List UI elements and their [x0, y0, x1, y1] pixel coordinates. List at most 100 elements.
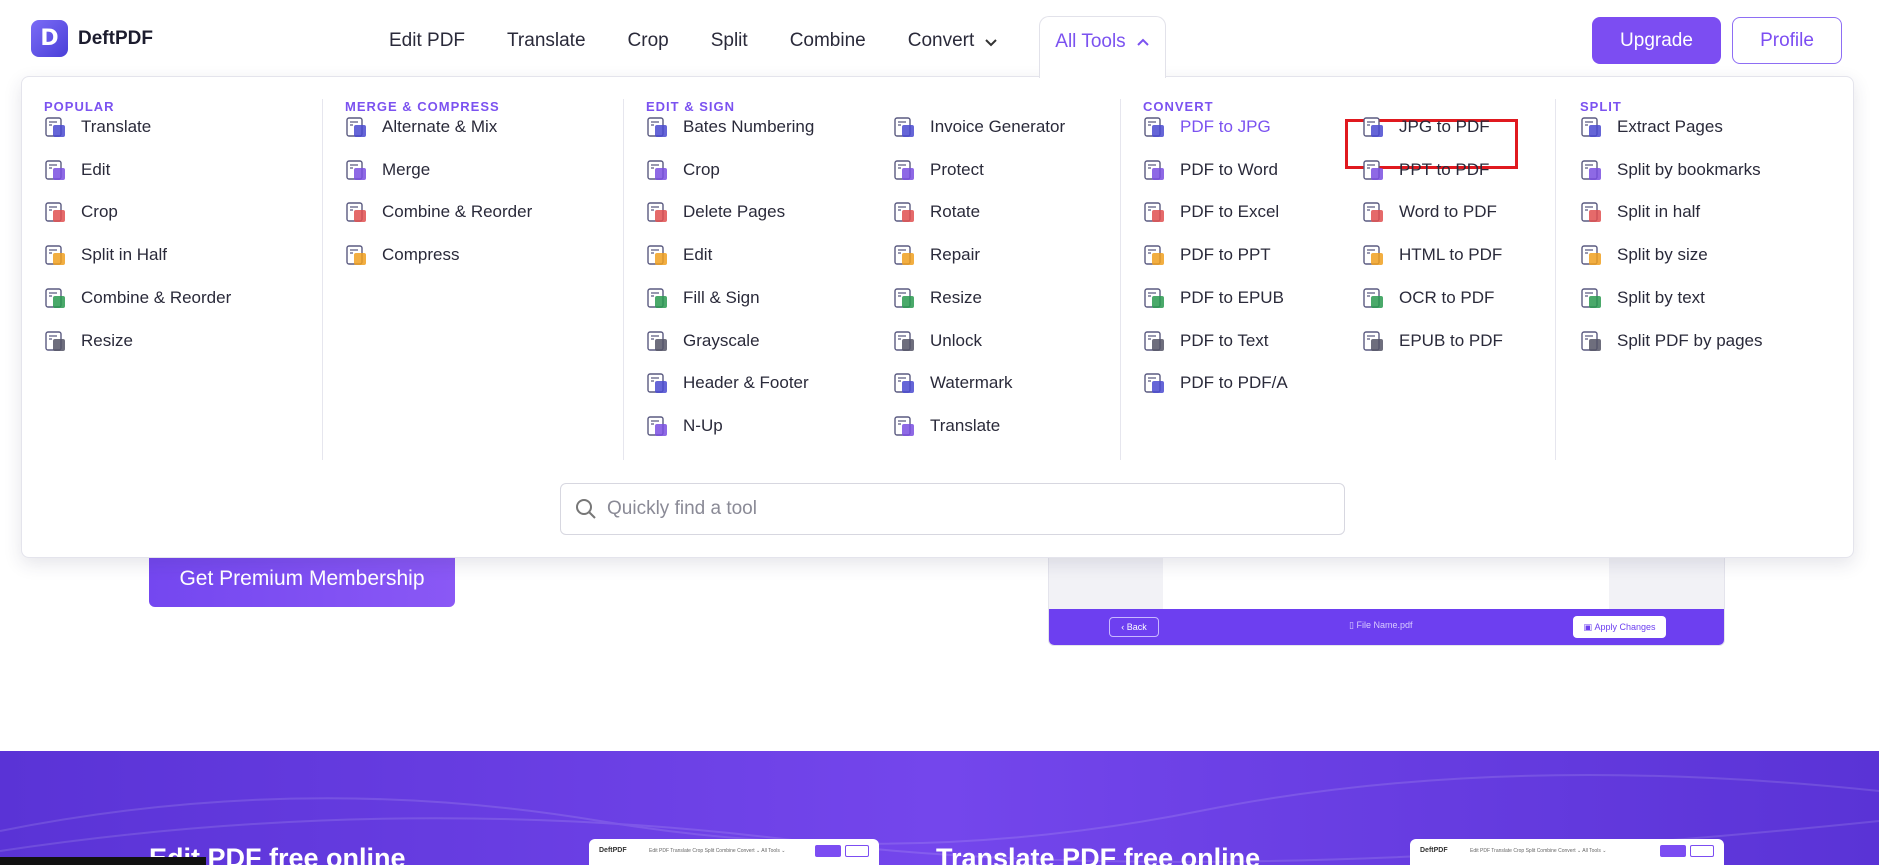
unlock-icon	[893, 330, 916, 353]
menu-item-split-split-by-size[interactable]: Split by size	[1580, 241, 1708, 269]
menu-item-edit-watermark[interactable]: Watermark	[893, 369, 1013, 397]
menu-item-split-split-in-half[interactable]: Split in half	[1580, 198, 1700, 226]
menu-item-edit-protect[interactable]: Protect	[893, 156, 984, 184]
menu-item-label: Combine & Reorder	[382, 202, 533, 221]
menu-item-label: Alternate & Mix	[382, 117, 498, 136]
menu-item-label: Edit	[683, 245, 713, 264]
menu-item-merge-alternate-and-mix[interactable]: Alternate & Mix	[345, 113, 497, 141]
pdf-to-ppt-icon	[1143, 244, 1166, 267]
menu-item-convert-epub-to-pdf[interactable]: EPUB to PDF	[1362, 327, 1503, 355]
menu-item-edit-unlock[interactable]: Unlock	[893, 327, 982, 355]
nav-crop[interactable]: Crop	[607, 16, 690, 78]
tool-search-input[interactable]	[607, 498, 1307, 520]
menu-item-edit-grayscale[interactable]: Grayscale	[646, 327, 760, 355]
menu-item-split-split-by-bookmarks[interactable]: Split by bookmarks	[1580, 156, 1761, 184]
nav-label: Crop	[627, 30, 669, 51]
protect-icon	[893, 159, 916, 182]
menu-item-edit-n-up[interactable]: N-Up	[646, 412, 723, 440]
delete-pages-icon	[646, 201, 669, 224]
menu-item-split-extract-pages[interactable]: Extract Pages	[1580, 113, 1723, 141]
split-by-text-icon	[1580, 287, 1603, 310]
menu-item-popular-translate[interactable]: Translate	[44, 113, 151, 141]
menu-item-edit-rotate[interactable]: Rotate	[893, 198, 980, 226]
preview-apply-label: Apply Changes	[1594, 622, 1656, 632]
section-popular: POPULAR	[44, 99, 115, 114]
menu-item-convert-pdf-to-epub[interactable]: PDF to EPUB	[1143, 284, 1284, 312]
menu-item-convert-ocr-to-pdf[interactable]: OCR to PDF	[1362, 284, 1494, 312]
menu-item-label: PDF to Excel	[1180, 202, 1280, 221]
menu-item-label: N-Up	[683, 416, 723, 435]
pdf-to-excel-icon	[1143, 201, 1166, 224]
merge-icon	[345, 159, 368, 182]
features-band: Edit PDF free online DeftPDF Edit PDF Tr…	[0, 751, 1879, 865]
menu-item-edit-crop[interactable]: Crop	[646, 156, 720, 184]
upgrade-button[interactable]: Upgrade	[1592, 17, 1721, 64]
band-screenshot-translate: DeftPDF Edit PDF Translate Crop Split Co…	[1410, 839, 1724, 865]
menu-item-convert-pdf-to-word[interactable]: PDF to Word	[1143, 156, 1278, 184]
get-premium-button[interactable]: Get Premium Membership	[149, 551, 455, 607]
menu-item-popular-resize[interactable]: Resize	[44, 327, 133, 355]
menu-item-merge-compress[interactable]: Compress	[345, 241, 459, 269]
menu-item-convert-jpg-to-pdf[interactable]: JPG to PDF	[1362, 113, 1490, 141]
menu-item-merge-merge[interactable]: Merge	[345, 156, 430, 184]
brand-logo[interactable]: D DeftPDF	[31, 20, 153, 57]
menu-item-popular-combine-and-reorder[interactable]: Combine & Reorder	[44, 284, 231, 312]
nav-combine[interactable]: Combine	[769, 16, 887, 78]
menu-item-convert-pdf-to-jpg[interactable]: PDF to JPG	[1143, 113, 1271, 141]
menu-item-edit-bates-numbering[interactable]: Bates Numbering	[646, 113, 814, 141]
menu-item-convert-pdf-to-ppt[interactable]: PDF to PPT	[1143, 241, 1271, 269]
watermark-icon	[893, 372, 916, 395]
nav-split[interactable]: Split	[690, 16, 769, 78]
menu-item-popular-split-in-half[interactable]: Split in Half	[44, 241, 167, 269]
bates-numbering-icon	[646, 116, 669, 139]
profile-button[interactable]: Profile	[1732, 17, 1842, 64]
menu-item-convert-pdf-to-pdf-a[interactable]: PDF to PDF/A	[1143, 369, 1288, 397]
section-convert: CONVERT	[1143, 99, 1214, 114]
nav-translate[interactable]: Translate	[486, 16, 607, 78]
nav-all-tools[interactable]: All Tools	[1039, 16, 1166, 78]
column-divider	[1555, 99, 1556, 460]
word-to-pdf-icon	[1362, 201, 1385, 224]
preview-file-name: ▯ File Name.pdf	[1349, 620, 1413, 630]
menu-item-edit-fill-and-sign[interactable]: Fill & Sign	[646, 284, 760, 312]
menu-item-edit-edit[interactable]: Edit	[646, 241, 712, 269]
all-tools-dropdown: POPULAR MERGE & COMPRESS EDIT & SIGN CON…	[21, 76, 1854, 558]
menu-item-convert-html-to-pdf[interactable]: HTML to PDF	[1362, 241, 1502, 269]
menu-item-edit-invoice-generator[interactable]: Invoice Generator	[893, 113, 1065, 141]
preview-toolbar: ‹ Back ▯ File Name.pdf ▣ Apply Changes	[1049, 609, 1724, 645]
menu-item-label: Delete Pages	[683, 202, 786, 221]
menu-item-convert-pdf-to-text[interactable]: PDF to Text	[1143, 327, 1269, 355]
menu-item-convert-word-to-pdf[interactable]: Word to PDF	[1362, 198, 1497, 226]
nav-label: Translate	[507, 30, 586, 51]
menu-item-edit-translate[interactable]: Translate	[893, 412, 1000, 440]
menu-item-label: Watermark	[930, 373, 1013, 392]
jpg-to-pdf-icon	[1362, 116, 1385, 139]
extract-pages-icon	[1580, 116, 1603, 139]
menu-item-split-split-by-text[interactable]: Split by text	[1580, 284, 1705, 312]
logo-mark: D	[31, 20, 68, 57]
menu-item-label: Extract Pages	[1617, 117, 1723, 136]
mini-upgrade	[815, 845, 841, 857]
menu-item-popular-edit[interactable]: Edit	[44, 156, 110, 184]
menu-item-edit-delete-pages[interactable]: Delete Pages	[646, 198, 785, 226]
menu-item-edit-header-and-footer[interactable]: Header & Footer	[646, 369, 809, 397]
menu-item-label: PDF to PPT	[1180, 245, 1271, 264]
menu-item-convert-ppt-to-pdf[interactable]: PPT to PDF	[1362, 156, 1489, 184]
repair-icon	[893, 244, 916, 267]
menu-item-label: Edit	[81, 160, 111, 179]
menu-item-edit-resize[interactable]: Resize	[893, 284, 982, 312]
pdf-to-word-icon	[1143, 159, 1166, 182]
nav-edit-pdf[interactable]: Edit PDF	[368, 16, 486, 78]
translate-icon	[44, 116, 67, 139]
menu-item-popular-crop[interactable]: Crop	[44, 198, 118, 226]
menu-item-split-split-pdf-by-pages[interactable]: Split PDF by pages	[1580, 327, 1763, 355]
menu-item-convert-pdf-to-excel[interactable]: PDF to Excel	[1143, 198, 1279, 226]
menu-item-edit-repair[interactable]: Repair	[893, 241, 980, 269]
menu-item-merge-combine-and-reorder[interactable]: Combine & Reorder	[345, 198, 532, 226]
menu-item-label: PPT to PDF	[1399, 160, 1490, 179]
tool-search-box[interactable]	[560, 483, 1345, 535]
nav-label: Convert	[907, 30, 975, 51]
nav-convert[interactable]: Convert	[887, 16, 1020, 78]
crop-icon	[44, 201, 67, 224]
status-strip	[0, 857, 206, 865]
